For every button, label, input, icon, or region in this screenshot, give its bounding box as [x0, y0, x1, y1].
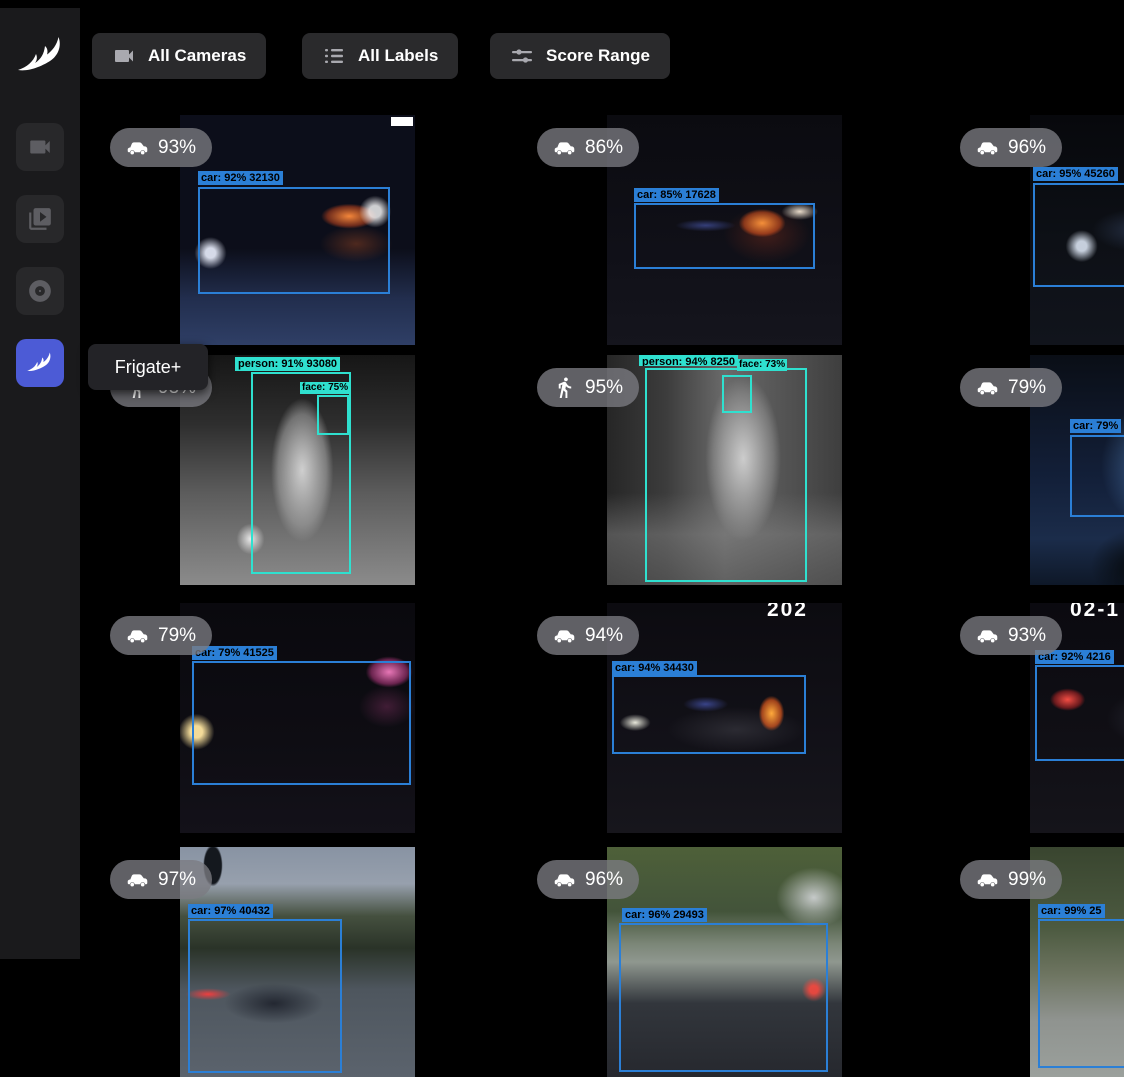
snapshot-thumbnail: car: 92% 32130 — [180, 115, 415, 345]
sidebar-item-review[interactable] — [16, 195, 64, 243]
snapshot-thumbnail: car: 79% 41525 — [180, 603, 415, 833]
detection-card[interactable]: car: 85% 17628 86% — [607, 115, 842, 345]
camera-icon — [27, 134, 53, 160]
score-badge: 94% — [537, 616, 639, 655]
detection-label: car: 92% 32130 — [198, 171, 283, 185]
face-label: face: 75% — [300, 382, 350, 394]
score-badge: 99% — [960, 860, 1062, 899]
detection-bounding-box — [188, 919, 342, 1073]
face-bounding-box — [722, 375, 752, 413]
score-range-button[interactable]: Score Range — [490, 33, 670, 79]
score-badge: 97% — [110, 860, 212, 899]
person-icon — [553, 376, 576, 399]
snapshot-thumbnail: car: 96% 29493 — [607, 847, 842, 1077]
car-icon — [553, 868, 576, 891]
detection-card[interactable]: 02-1 03 car: 92% 4216 93% — [1030, 603, 1124, 833]
detection-label: car: 99% 25 — [1038, 904, 1105, 918]
detection-label: car: 85% 17628 — [634, 188, 719, 202]
car-icon — [976, 136, 999, 159]
score-range-label: Score Range — [546, 46, 650, 66]
score-text: 86% — [585, 137, 623, 159]
all-cameras-button[interactable]: All Cameras — [92, 33, 266, 79]
tooltip-frigate-plus: Frigate+ — [88, 344, 208, 390]
snapshot-thumbnail: car: 97% 40432 — [180, 847, 415, 1077]
score-badge: 79% — [960, 368, 1062, 407]
detection-bounding-box — [1035, 665, 1124, 761]
detection-card[interactable]: person: 94% 8250 face: 73% 95% — [607, 355, 842, 585]
detection-bounding-box — [1033, 183, 1124, 287]
car-icon — [976, 868, 999, 891]
detection-label: car: 97% 40432 — [188, 904, 273, 918]
sliders-icon — [510, 44, 534, 68]
detection-bounding-box — [1038, 919, 1124, 1068]
all-cameras-label: All Cameras — [148, 46, 246, 66]
score-text: 79% — [158, 625, 196, 647]
detection-card[interactable]: car: 99% 25 99% — [1030, 847, 1124, 1077]
sidebar-item-export[interactable] — [16, 267, 64, 315]
face-bounding-box — [317, 395, 349, 435]
score-text: 96% — [1008, 137, 1046, 159]
detection-bounding-box — [619, 923, 828, 1072]
car-icon — [553, 136, 576, 159]
detection-card[interactable]: car: 95% 45260 96% — [1030, 115, 1124, 345]
all-labels-label: All Labels — [358, 46, 438, 66]
review-icon — [27, 206, 53, 232]
score-text: 93% — [158, 137, 196, 159]
detection-label: person: 91% 93080 — [235, 357, 340, 371]
score-text: 94% — [585, 625, 623, 647]
export-icon — [27, 278, 53, 304]
score-badge: 86% — [537, 128, 639, 167]
car-icon — [126, 136, 149, 159]
detection-label: car: 79% — [1070, 419, 1121, 433]
snapshot-thumbnail: 202 car: 94% 34430 — [607, 603, 842, 833]
list-icon — [322, 44, 346, 68]
score-text: 79% — [1008, 377, 1046, 399]
camera-icon — [112, 44, 136, 68]
car-icon — [976, 624, 999, 647]
detection-card[interactable]: car: 79% 41525 79% — [180, 603, 415, 833]
score-badge: 93% — [960, 616, 1062, 655]
score-badge: 93% — [110, 128, 212, 167]
detection-card[interactable]: car: 79% 79% — [1030, 355, 1124, 585]
camera-timestamp: 02-1 03 — [1070, 603, 1124, 622]
camera-timestamp: 202 — [767, 603, 808, 622]
car-icon — [553, 624, 576, 647]
detection-bounding-box — [634, 203, 815, 269]
detection-label: car: 96% 29493 — [622, 908, 707, 922]
score-badge: 96% — [960, 128, 1062, 167]
frigate-plus-icon — [25, 349, 55, 377]
detection-label: car: 94% 34430 — [612, 661, 697, 675]
detection-card[interactable]: person: 91% 93080 face: 75% 98% — [180, 355, 415, 585]
score-text: 95% — [585, 377, 623, 399]
detection-bounding-box — [1070, 435, 1124, 517]
sidebar — [0, 8, 80, 959]
detection-card[interactable]: 202 car: 94% 34430 94% — [607, 603, 842, 833]
sidebar-item-live[interactable] — [16, 123, 64, 171]
score-text: 93% — [1008, 625, 1046, 647]
score-text: 96% — [585, 869, 623, 891]
score-badge: 79% — [110, 616, 212, 655]
car-icon — [126, 868, 149, 891]
frigate-logo — [14, 30, 68, 82]
snapshot-thumbnail: person: 94% 8250 face: 73% — [607, 355, 842, 585]
detection-bounding-box — [612, 675, 806, 754]
detection-label: person: 94% 8250 — [639, 355, 738, 366]
snapshot-thumbnail: person: 91% 93080 face: 75% — [180, 355, 415, 585]
all-labels-button[interactable]: All Labels — [302, 33, 458, 79]
score-badge: 95% — [537, 368, 639, 407]
detection-bounding-box — [192, 661, 411, 785]
detection-card[interactable]: car: 96% 29493 96% — [607, 847, 842, 1077]
car-icon — [126, 624, 149, 647]
car-icon — [976, 376, 999, 399]
detection-label: car: 95% 45260 — [1033, 167, 1118, 181]
detection-card[interactable]: car: 97% 40432 97% — [180, 847, 415, 1077]
score-text: 97% — [158, 869, 196, 891]
detection-bounding-box — [198, 187, 390, 294]
score-badge: 96% — [537, 860, 639, 899]
face-label: face: 73% — [737, 359, 787, 371]
snapshot-thumbnail: car: 85% 17628 — [607, 115, 842, 345]
score-text: 99% — [1008, 869, 1046, 891]
sidebar-item-frigate-plus[interactable] — [16, 339, 64, 387]
detection-card[interactable]: car: 92% 32130 93% — [180, 115, 415, 345]
